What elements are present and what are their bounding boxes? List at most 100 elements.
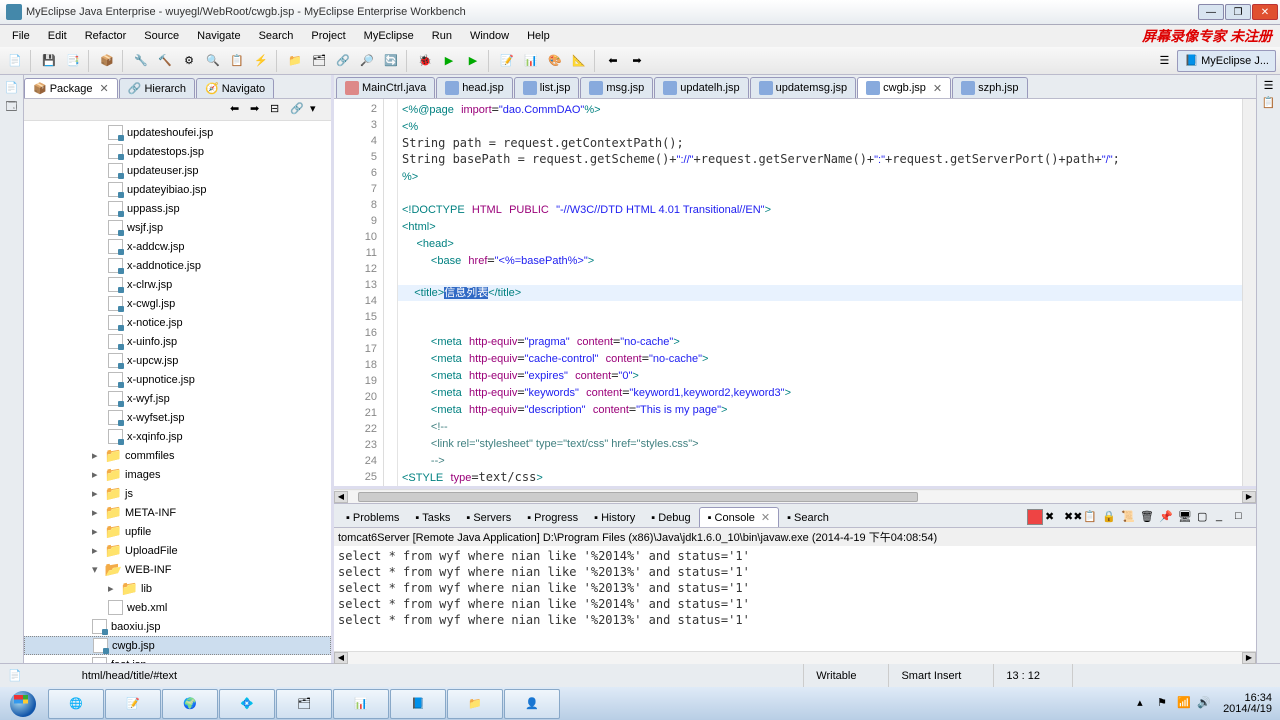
tree-item-UploadFile[interactable]: ▸📁UploadFile	[24, 541, 331, 560]
console-btn-9[interactable]: 🖥	[1177, 509, 1195, 527]
tool-btn-11[interactable]: 🔎	[356, 50, 378, 72]
tree-item-lib[interactable]: ▸📁lib	[24, 579, 331, 598]
perspective-myeclipse[interactable]: 📘 MyEclipse J...	[1177, 50, 1276, 72]
tree-item-uppass-jsp[interactable]: uppass.jsp	[24, 199, 331, 218]
minimize-view-button[interactable]: _	[1215, 509, 1233, 527]
tool-btn-14[interactable]: 📊	[520, 50, 542, 72]
task-myeclipse[interactable]: 💠	[219, 689, 275, 719]
editor-tab-cwgb-jsp[interactable]: cwgb.jsp✕	[857, 77, 951, 98]
tree-item-images[interactable]: ▸📁images	[24, 465, 331, 484]
editor-tab-head-jsp[interactable]: head.jsp	[436, 77, 513, 98]
tool-btn-12[interactable]: 🔄	[380, 50, 402, 72]
saveall-button[interactable]: 📑	[62, 50, 84, 72]
console-scroll-left[interactable]: ◀	[334, 652, 348, 664]
editor-tab-szph-jsp[interactable]: szph.jsp	[952, 77, 1027, 98]
close-icon[interactable]: ✕	[761, 511, 770, 524]
tree-item-js[interactable]: ▸📁js	[24, 484, 331, 503]
tray-network-icon[interactable]: 📶	[1177, 696, 1193, 712]
tool-btn-13[interactable]: 📝	[496, 50, 518, 72]
run-button[interactable]: ▶	[438, 50, 460, 72]
bottom-tab-tasks[interactable]: ▪Tasks	[407, 509, 458, 527]
tree-item-cwgb-jsp[interactable]: cwgb.jsp	[24, 636, 331, 655]
menu-project[interactable]: Project	[303, 28, 353, 44]
open-perspective-button[interactable]: ☰	[1153, 50, 1175, 72]
console-btn-10[interactable]: ▢	[1196, 509, 1214, 527]
scroll-thumb[interactable]	[358, 492, 918, 502]
menu-run[interactable]: Run	[424, 28, 460, 44]
tree-item-updateshoufei-jsp[interactable]: updateshoufei.jsp	[24, 123, 331, 142]
new-button[interactable]: 📄	[4, 50, 26, 72]
tree-item-x-upnotice-jsp[interactable]: x-upnotice.jsp	[24, 370, 331, 389]
tree-item-upfile[interactable]: ▸📁upfile	[24, 522, 331, 541]
menu-navigate[interactable]: Navigate	[189, 28, 248, 44]
tree-item-foot-isn[interactable]: foot.isn	[24, 655, 331, 663]
task-notepad[interactable]: 📝	[105, 689, 161, 719]
tab-hierarchy[interactable]: 🔗 Hierarch	[119, 78, 195, 98]
tree-item-baoxiu-jsp[interactable]: baoxiu.jsp	[24, 617, 331, 636]
bottom-tab-problems[interactable]: ▪Problems	[338, 509, 407, 527]
pkg-collapse-button[interactable]: ⊟	[269, 101, 287, 119]
console-btn-6[interactable]: 📜	[1120, 509, 1138, 527]
editor-tab-msg-jsp[interactable]: msg.jsp	[580, 77, 653, 98]
code-editor[interactable]: <%@page import="dao.CommDAO"%> <% String…	[398, 99, 1242, 486]
maximize-view-button[interactable]: □	[1234, 509, 1252, 527]
menu-edit[interactable]: Edit	[40, 28, 75, 44]
tool-btn-1[interactable]: 📦	[96, 50, 118, 72]
tool-btn-2[interactable]: 🔧	[130, 50, 152, 72]
menu-file[interactable]: File	[4, 28, 38, 44]
bottom-tab-search[interactable]: ▪Search	[779, 509, 837, 527]
console-btn-7[interactable]: 🗑	[1139, 509, 1157, 527]
vertical-scrollbar[interactable]	[1242, 99, 1256, 486]
tool-btn-7[interactable]: ⚡	[250, 50, 272, 72]
outline-icon-2[interactable]: 📋	[1262, 96, 1276, 109]
tool-btn-6[interactable]: 📋	[226, 50, 248, 72]
close-button[interactable]: ✕	[1252, 4, 1278, 20]
menu-search[interactable]: Search	[251, 28, 302, 44]
forward-button[interactable]: ➡	[626, 50, 648, 72]
task-explorer[interactable]: 📁	[447, 689, 503, 719]
bottom-tab-servers[interactable]: ▪Servers	[458, 509, 519, 527]
bottom-tab-debug[interactable]: ▪Debug	[643, 509, 698, 527]
editor-tab-updatelh-jsp[interactable]: updatelh.jsp	[654, 77, 748, 98]
pkg-forward-button[interactable]: ➡	[249, 101, 267, 119]
bottom-tab-history[interactable]: ▪History	[586, 509, 643, 527]
tree-item-x-addcw-jsp[interactable]: x-addcw.jsp	[24, 237, 331, 256]
horizontal-scrollbar[interactable]: ◀ ▶	[334, 489, 1256, 503]
tool-btn-16[interactable]: 📐	[568, 50, 590, 72]
tool-btn-10[interactable]: 🔗	[332, 50, 354, 72]
task-excel[interactable]: 📊	[333, 689, 389, 719]
console-scroll-right[interactable]: ▶	[1242, 652, 1256, 664]
task-word[interactable]: 📘	[390, 689, 446, 719]
remove-launch-button[interactable]: ✖	[1044, 509, 1062, 527]
tool-btn-3[interactable]: 🔨	[154, 50, 176, 72]
save-button[interactable]: 💾	[38, 50, 60, 72]
console-btn-4[interactable]: 📋	[1082, 509, 1100, 527]
tree-item-x-cwgl-jsp[interactable]: x-cwgl.jsp	[24, 294, 331, 313]
package-tree[interactable]: updateshoufei.jspupdatestops.jspupdateus…	[24, 121, 331, 663]
menu-help[interactable]: Help	[519, 28, 558, 44]
debug-button[interactable]: 🐞	[414, 50, 436, 72]
pkg-back-button[interactable]: ⬅	[229, 101, 247, 119]
bottom-tab-progress[interactable]: ▪Progress	[519, 509, 586, 527]
tree-item-wsjf-jsp[interactable]: wsjf.jsp	[24, 218, 331, 237]
outline-icon[interactable]: ☰	[1264, 79, 1274, 92]
console-btn-5[interactable]: 🔒	[1101, 509, 1119, 527]
tree-item-x-xqinfo-jsp[interactable]: x-xqinfo.jsp	[24, 427, 331, 446]
tray-clock[interactable]: 16:34 2014/4/19	[1217, 693, 1272, 715]
menu-window[interactable]: Window	[462, 28, 517, 44]
tab-package[interactable]: 📦 Package ✕	[24, 78, 118, 98]
close-icon[interactable]: ✕	[100, 82, 109, 95]
console-output[interactable]: select * from wyf where nian like '%2014…	[334, 546, 1256, 651]
menu-refactor[interactable]: Refactor	[77, 28, 135, 44]
close-icon[interactable]: ✕	[933, 82, 942, 95]
tree-item-updateyibiao-jsp[interactable]: updateyibiao.jsp	[24, 180, 331, 199]
tool-btn-4[interactable]: ⚙	[178, 50, 200, 72]
editor-tab-list-jsp[interactable]: list.jsp	[514, 77, 580, 98]
tree-item-commfiles[interactable]: ▸📁commfiles	[24, 446, 331, 465]
tree-item-updateuser-jsp[interactable]: updateuser.jsp	[24, 161, 331, 180]
folding-gutter[interactable]	[384, 99, 398, 486]
back-button[interactable]: ⬅	[602, 50, 624, 72]
tree-item-web-xml[interactable]: web.xml	[24, 598, 331, 617]
tray-volume-icon[interactable]: 🔊	[1197, 696, 1213, 712]
runlast-button[interactable]: ▶	[462, 50, 484, 72]
